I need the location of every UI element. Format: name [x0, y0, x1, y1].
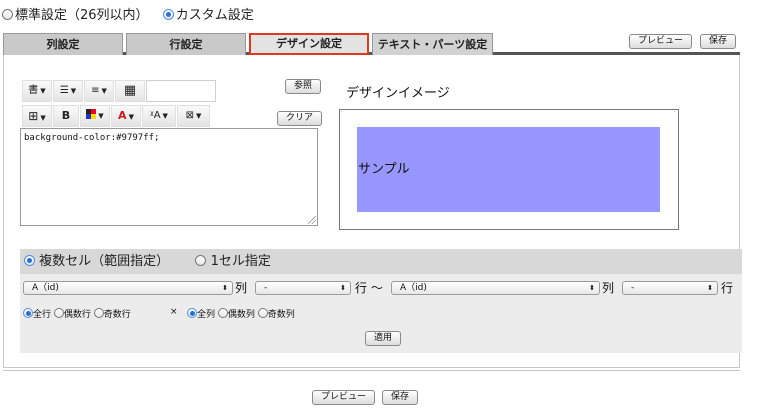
- even-rows-radio[interactable]: [53, 308, 64, 318]
- all-rows-label: 全行: [33, 310, 52, 320]
- from-column-select[interactable]: A（id) ⬍: [23, 281, 233, 295]
- resize-grip-icon[interactable]: [308, 216, 316, 224]
- multi-cell-label: 複数セル（範囲指定）: [39, 254, 170, 269]
- clear-button[interactable]: クリア: [277, 111, 323, 126]
- standard-mode-label: 標準設定（26列以内）: [15, 8, 149, 23]
- table-grid-icon[interactable]: ▦: [115, 80, 145, 102]
- design-image-title: デザインイメージ: [346, 86, 450, 101]
- tab-design-settings[interactable]: デザイン設定: [249, 33, 369, 55]
- odd-columns-label: 奇数列: [267, 310, 295, 320]
- layout-mode-selector: 標準設定（26列以内） カスタム設定: [2, 4, 264, 23]
- to-column-unit: 列: [602, 281, 615, 295]
- to-row-select[interactable]: - ⬍: [622, 281, 718, 295]
- odd-columns-radio[interactable]: [257, 308, 268, 318]
- bottom-divider: [3, 370, 740, 371]
- tab-text-parts-settings[interactable]: テキスト・パーツ設定: [372, 33, 493, 55]
- range-mode-selector: 複数セル（範囲指定） 1セル指定: [20, 249, 742, 274]
- font-size-icon[interactable]: ᵡA ▼: [142, 105, 176, 127]
- border-icon[interactable]: ⊞ ▼: [22, 105, 52, 127]
- background-color-icon[interactable]: ▼: [80, 105, 110, 127]
- to-column-select[interactable]: A（id) ⬍: [391, 281, 600, 295]
- align-left-icon[interactable]: ≡ ▼: [84, 80, 114, 102]
- save-button-bottom[interactable]: 保存: [382, 390, 419, 405]
- from-column-unit: 列: [235, 281, 248, 295]
- odd-rows-radio[interactable]: [93, 308, 104, 318]
- even-columns-label: 偶数列: [227, 310, 255, 320]
- all-columns-radio[interactable]: [187, 308, 197, 318]
- sample-cell: サンプル: [357, 127, 660, 212]
- row-filter-options: 全行 偶数行 奇数行: [23, 307, 131, 320]
- bold-icon[interactable]: B: [53, 105, 79, 127]
- css-editor-textarea[interactable]: background-color:#9797ff;: [20, 128, 318, 226]
- standard-mode-radio[interactable]: [2, 9, 13, 20]
- column-filter-options: 全列 偶数列 奇数列: [187, 307, 295, 320]
- design-image-preview: サンプル: [339, 109, 679, 230]
- times-sign: ×: [170, 307, 178, 317]
- single-cell-label: 1セル指定: [210, 254, 271, 269]
- even-rows-label: 偶数行: [63, 310, 91, 320]
- font-color-icon[interactable]: A ▼: [111, 105, 141, 127]
- text-style-icon[interactable]: 書 ▼: [22, 80, 52, 102]
- image-icon[interactable]: ⊠ ▼: [177, 105, 210, 127]
- custom-mode-label: カスタム設定: [175, 8, 254, 23]
- even-columns-radio[interactable]: [217, 308, 228, 318]
- single-cell-radio[interactable]: [195, 255, 207, 266]
- browse-button[interactable]: 参照: [285, 79, 322, 94]
- from-row-select[interactable]: - ⬍: [255, 281, 351, 295]
- from-row-unit: 行 〜: [355, 281, 383, 295]
- cell-range-section: 複数セル（範囲指定） 1セル指定 A（id) ⬍ 列 - ⬍ 行 〜 A（id) ⬍ …: [20, 249, 742, 353]
- style-value-field[interactable]: [146, 80, 216, 102]
- multi-cell-radio[interactable]: [24, 255, 35, 266]
- style-toolbar-row-2: ⊞ ▼ B ▼ A ▼ ᵡA ▼ ⊠ ▼: [22, 105, 222, 127]
- align-center-icon[interactable]: ☰ ▼: [53, 80, 83, 102]
- save-button-top[interactable]: 保存: [700, 34, 737, 49]
- odd-rows-label: 奇数行: [103, 310, 131, 320]
- tab-row-settings[interactable]: 行設定: [126, 33, 246, 55]
- tab-column-settings[interactable]: 列設定: [3, 33, 123, 55]
- custom-mode-radio[interactable]: [162, 9, 174, 20]
- preview-button-bottom[interactable]: プレビュー: [312, 390, 376, 405]
- apply-button[interactable]: 適用: [365, 331, 402, 346]
- preview-button-top[interactable]: プレビュー: [629, 34, 693, 49]
- all-columns-label: 全列: [197, 310, 216, 320]
- style-toolbar-row-1: 書 ▼ ☰ ▼ ≡ ▼ ▦: [22, 80, 222, 102]
- to-row-unit: 行: [721, 281, 734, 295]
- all-rows-radio[interactable]: [23, 308, 33, 318]
- css-editor-text: background-color:#9797ff;: [24, 133, 160, 143]
